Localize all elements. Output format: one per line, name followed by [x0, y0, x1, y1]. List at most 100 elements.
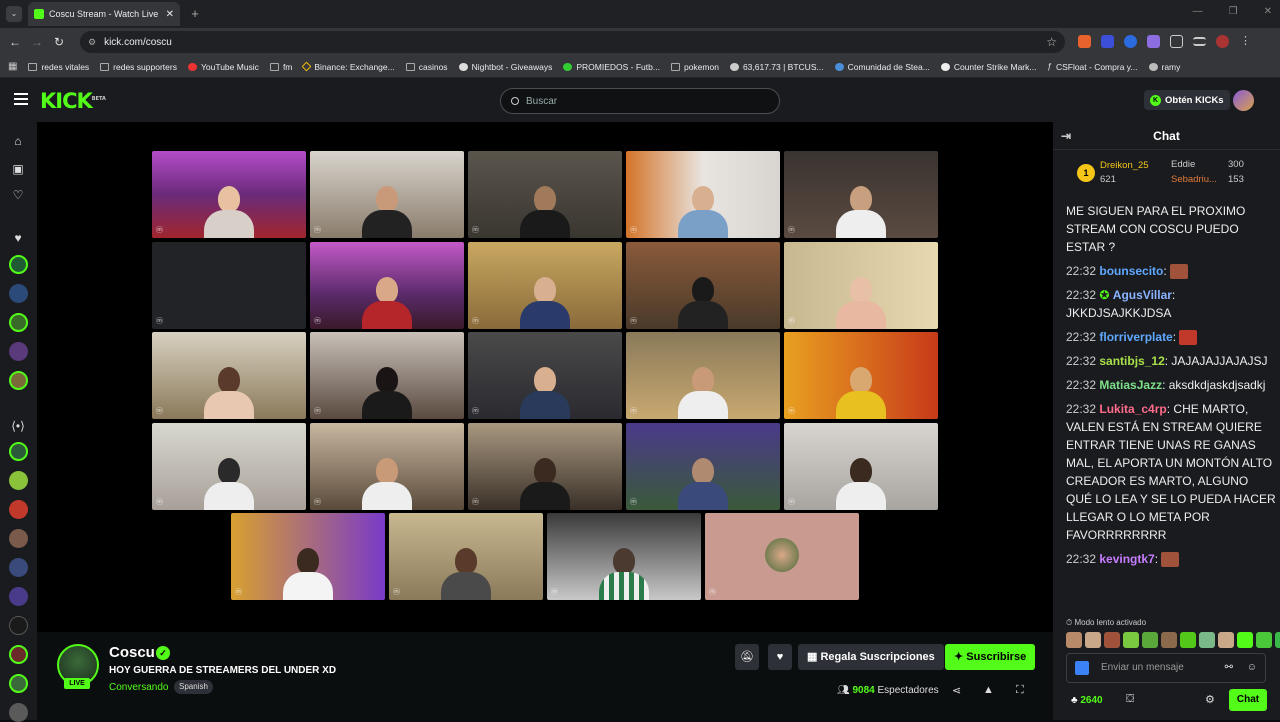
- message-username[interactable]: kevingtk7: [1099, 552, 1154, 566]
- tab-search-button[interactable]: ⌄: [6, 6, 22, 22]
- recommended-channel-avatar[interactable]: [9, 616, 28, 635]
- leaderboard-third-name[interactable]: Sebadriu...: [1171, 174, 1217, 185]
- following-heart-icon[interactable]: ♡: [11, 188, 25, 202]
- message-username[interactable]: MatiasJazz: [1099, 378, 1162, 392]
- get-kicks-button[interactable]: K Obtén KICKs: [1144, 90, 1230, 110]
- bookmark-item[interactable]: ƒ CSFloat - Compra y...: [1047, 62, 1137, 72]
- recommended-channel-avatar[interactable]: [9, 558, 28, 577]
- emote-button[interactable]: [1180, 632, 1196, 648]
- emote-button[interactable]: [1085, 632, 1101, 648]
- browse-icon[interactable]: ▣: [11, 162, 25, 176]
- browser-menu-icon[interactable]: ⋮: [1239, 35, 1252, 48]
- send-chat-button[interactable]: Chat: [1229, 689, 1267, 711]
- chat-identity-icon[interactable]: [1075, 661, 1089, 675]
- recommended-channel-avatar[interactable]: [9, 703, 28, 722]
- bookmark-item[interactable]: 63,617.73 | BTCUS...: [729, 62, 824, 72]
- emote-button[interactable]: [1237, 632, 1253, 648]
- channel-name[interactable]: Coscu: [109, 644, 155, 661]
- user-avatar[interactable]: [1233, 90, 1254, 111]
- recommended-channel-avatar[interactable]: [9, 645, 28, 664]
- recommended-channel-avatar[interactable]: [9, 471, 28, 490]
- emote-button[interactable]: [1142, 632, 1158, 648]
- rewards-chest-icon[interactable]: ⛋: [1126, 693, 1134, 706]
- bookmark-item[interactable]: fm: [269, 62, 292, 72]
- extension-icon[interactable]: [1078, 35, 1091, 48]
- channel-points[interactable]: ♣ 2640: [1071, 695, 1103, 706]
- bookmark-item[interactable]: pokemon: [670, 62, 719, 72]
- followed-channel-avatar[interactable]: [9, 313, 28, 332]
- share-icon[interactable]: ⋖: [952, 684, 961, 697]
- leaderboard-first-name[interactable]: Dreikon_25: [1100, 160, 1149, 171]
- reload-icon[interactable]: ↻: [48, 35, 70, 49]
- site-info-icon[interactable]: ⚙: [88, 37, 96, 48]
- message-username[interactable]: santibjs_12: [1099, 354, 1164, 368]
- followed-channel-avatar[interactable]: [9, 342, 28, 361]
- apps-grid-icon[interactable]: ▦: [8, 61, 17, 72]
- followed-channel-avatar[interactable]: [9, 371, 28, 390]
- notifications-off-button[interactable]: 🔕︎: [735, 644, 759, 670]
- bookmark-item[interactable]: casinos: [405, 62, 448, 72]
- emote-button[interactable]: [1104, 632, 1120, 648]
- emote-button[interactable]: [1256, 632, 1272, 648]
- message-username[interactable]: AgusVillar: [1113, 288, 1172, 302]
- emote-button[interactable]: [1161, 632, 1177, 648]
- bookmark-item[interactable]: ramy: [1148, 62, 1180, 72]
- leaderboard-second-name[interactable]: Eddie: [1171, 159, 1195, 170]
- chat-settings-gear-icon[interactable]: ⚙: [1205, 693, 1215, 706]
- maximize-icon[interactable]: ❐: [1229, 6, 1238, 17]
- address-bar[interactable]: ⚙ kick.com/coscu ☆: [80, 31, 1065, 53]
- message-username[interactable]: bounsecito: [1099, 264, 1163, 278]
- stream-category[interactable]: Conversando: [109, 682, 168, 693]
- kick-logo[interactable]: KICKBETA: [40, 89, 106, 113]
- emote-button[interactable]: [1275, 632, 1280, 648]
- follow-heart-button[interactable]: ♥: [768, 644, 792, 670]
- emote-button[interactable]: [1123, 632, 1139, 648]
- chat-message-input[interactable]: Enviar un mensaje ⚯ ☺: [1066, 653, 1266, 683]
- bookmark-item[interactable]: Binance: Exchange...: [301, 62, 395, 72]
- clip-icon[interactable]: ⛶: [1016, 684, 1024, 697]
- extension-icon[interactable]: [1147, 35, 1160, 48]
- followed-channel-avatar[interactable]: [9, 284, 28, 303]
- bookmark-item[interactable]: PROMIEDOS - Futb...: [563, 62, 660, 72]
- message-username[interactable]: florriverplate: [1099, 330, 1172, 344]
- recommended-channel-avatar[interactable]: [9, 674, 28, 693]
- menu-hamburger-icon[interactable]: [14, 93, 28, 105]
- gift-subs-button[interactable]: ▦ Regala Suscripciones: [798, 644, 944, 670]
- home-icon[interactable]: ⌂: [11, 134, 25, 148]
- bookmark-star-icon[interactable]: ☆: [1046, 35, 1057, 49]
- profile-icon[interactable]: [1216, 35, 1229, 48]
- quick-emote-icon[interactable]: ⚯: [1225, 654, 1233, 682]
- recommended-channel-avatar[interactable]: [9, 500, 28, 519]
- extensions-puzzle-icon[interactable]: [1170, 35, 1183, 48]
- message-username[interactable]: Lukita_c4rp: [1099, 402, 1166, 416]
- report-warning-icon[interactable]: ▲: [983, 684, 994, 696]
- extension-icon[interactable]: [1101, 35, 1114, 48]
- video-player[interactable]: ⓜ ⓜ ⓜ ⓜ ⓜ ⓜ ⓜ ⓜ ⓜ ⓜ ⓜ ⓜ ⓜ ⓜ ⓜ ⓜ ⓜ ⓜ ⓜ ⓜ …: [37, 122, 1053, 632]
- emoji-picker-icon[interactable]: ☺: [1247, 654, 1257, 682]
- forward-icon[interactable]: →: [26, 35, 48, 49]
- bookmark-item[interactable]: YouTube Music: [187, 62, 259, 72]
- subscribe-button[interactable]: ✦ Suscribirse: [945, 644, 1036, 670]
- emote-button[interactable]: [1066, 632, 1082, 648]
- minimize-icon[interactable]: —: [1193, 6, 1203, 17]
- bookmark-item[interactable]: Counter Strike Mark...: [940, 62, 1036, 72]
- bookmark-item[interactable]: Comunidad de Stea...: [834, 62, 930, 72]
- extension-icon[interactable]: [1124, 35, 1137, 48]
- bookmark-item[interactable]: redes vitales: [28, 62, 89, 72]
- emote-button[interactable]: [1218, 632, 1234, 648]
- recommended-channel-avatar[interactable]: [9, 442, 28, 461]
- browser-tab[interactable]: Coscu Stream - Watch Live ✕: [28, 2, 180, 26]
- close-window-icon[interactable]: ✕: [1264, 6, 1272, 17]
- bookmark-item[interactable]: Nightbot - Giveaways: [458, 62, 552, 72]
- recommended-channel-avatar[interactable]: [9, 587, 28, 606]
- search-input[interactable]: Buscar: [500, 88, 780, 114]
- reading-list-icon[interactable]: [1193, 37, 1206, 46]
- followed-channel-avatar[interactable]: [9, 255, 28, 274]
- language-tag[interactable]: Spanish: [174, 680, 213, 694]
- bookmark-item[interactable]: redes supporters: [100, 62, 177, 72]
- emote-button[interactable]: [1199, 632, 1215, 648]
- collapse-chat-icon[interactable]: ⇥: [1061, 122, 1071, 150]
- back-icon[interactable]: ←: [4, 35, 26, 49]
- close-tab-icon[interactable]: ✕: [166, 9, 174, 20]
- new-tab-button[interactable]: +: [187, 6, 203, 22]
